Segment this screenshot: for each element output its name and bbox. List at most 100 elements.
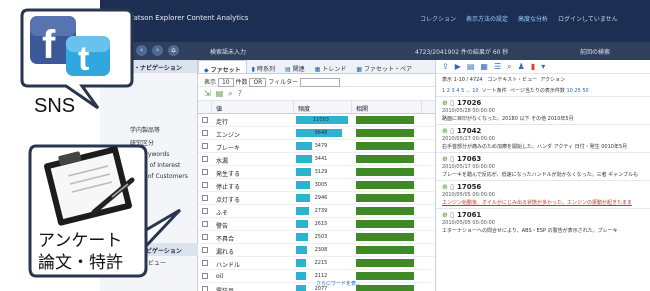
grid-icon[interactable]: ▦	[480, 62, 488, 71]
table-row[interactable]: ブレーキ 3479	[198, 140, 435, 153]
row-checkbox[interactable]	[198, 127, 212, 139]
search-path[interactable]: 検索語未入力	[210, 47, 246, 56]
document-item[interactable]: ⊕ ▯ 17026 2010/05/28 00:00:00 路面に目印がなくなった。2…	[436, 96, 650, 124]
row-checkbox[interactable]	[198, 140, 212, 152]
row-checkbox[interactable]	[198, 283, 212, 291]
document-item[interactable]: ⊕ ▯ 17042 2010/05/27 00:00:00 右手首部分が痛みのため加療…	[436, 124, 650, 152]
tab-correlation[interactable]: ▤ 関連	[280, 60, 310, 73]
bar-chart-icon[interactable]: ▮	[531, 62, 535, 71]
document-expand-icon[interactable]: ⊕ ▯	[442, 211, 454, 219]
frequency-value: 9648	[314, 130, 328, 136]
zoom-icon[interactable]: ⌕	[507, 62, 511, 71]
tab-timeseries[interactable]: ▮ 時系列	[247, 60, 280, 73]
display-count-select[interactable]: 10	[217, 78, 234, 87]
login-link[interactable]: ログインしていません	[558, 14, 618, 23]
row-value[interactable]: 警告	[212, 218, 294, 230]
document-expand-icon[interactable]: ⊕ ▯	[442, 99, 454, 107]
previous-search-link[interactable]: 前回の検索	[580, 47, 610, 56]
table-row[interactable]: 停止する 3005	[198, 179, 435, 192]
tab-facet[interactable]: ◆ ファセット	[198, 60, 247, 74]
row-checkbox[interactable]	[198, 192, 212, 204]
row-checkbox[interactable]	[198, 244, 212, 256]
table-row[interactable]: エンジン 9648	[198, 127, 435, 140]
row-checkbox[interactable]	[198, 231, 212, 243]
collection-link[interactable]: コレクション	[420, 14, 456, 23]
row-value[interactable]: ハンドル	[212, 257, 294, 269]
row-checkbox[interactable]	[198, 270, 212, 282]
facet-item[interactable]: 学内製品等	[100, 123, 197, 136]
row-value[interactable]: ふそ	[212, 205, 294, 217]
advanced-analysis-link[interactable]: 高度な分析	[518, 14, 548, 23]
document-expand-icon[interactable]: ⊕ ▯	[442, 155, 454, 163]
display-count-label: 表示	[204, 79, 217, 86]
forward-icon[interactable]: ›	[152, 45, 163, 56]
back-icon[interactable]: ‹	[136, 45, 147, 56]
row-checkbox[interactable]	[198, 153, 212, 165]
play-icon[interactable]: ▶	[455, 62, 461, 71]
list-icon[interactable]: ☰	[494, 62, 501, 71]
row-value[interactable]: ブレーキ	[212, 140, 294, 152]
row-checkbox[interactable]	[198, 205, 212, 217]
tab-trend[interactable]: ▦ トレンド	[310, 60, 352, 73]
row-value[interactable]: 水漏	[212, 153, 294, 165]
more-words-link[interactable]: さらにワードを表...	[316, 280, 361, 287]
display-settings-link[interactable]: 表示方法の設定	[466, 14, 508, 23]
document-id[interactable]: 17056	[457, 183, 481, 191]
row-checkbox[interactable]	[198, 166, 212, 178]
row-value[interactable]: 点灯する	[212, 192, 294, 204]
context-view-label[interactable]: コンテキスト・ビュー	[487, 77, 537, 83]
export-icon[interactable]: ⇲	[204, 89, 211, 98]
document-id[interactable]: 17063	[457, 155, 481, 163]
row-value[interactable]: エンジン	[212, 127, 294, 139]
table-row[interactable]: 発生する 3129	[198, 166, 435, 179]
page-size-options[interactable]: 10 25 50	[566, 88, 588, 94]
row-value[interactable]: 停止する	[212, 179, 294, 191]
chart-icon[interactable]: ▤	[216, 89, 224, 98]
document-id[interactable]: 17042	[457, 127, 481, 135]
filter-input[interactable]	[300, 78, 341, 87]
row-checkbox[interactable]	[198, 114, 212, 126]
twitter-icon: t	[66, 36, 110, 78]
table-row[interactable]: ふそ 2739	[198, 205, 435, 218]
document-id[interactable]: 17026	[457, 99, 481, 107]
more-icon[interactable]: ▾	[541, 62, 545, 71]
sort-label[interactable]: ソート条件	[482, 88, 507, 94]
row-value[interactable]: 発生する	[212, 166, 294, 178]
document-expand-icon[interactable]: ⊕ ▯	[442, 127, 454, 135]
table-row[interactable]: ハンドル 2215	[198, 257, 435, 270]
tab-facet-pair[interactable]: ▦ ファセット・ペア	[351, 60, 417, 73]
pager-links[interactable]: 1 2 3 4 5 ... 10	[442, 88, 479, 94]
row-value[interactable]: oil	[212, 270, 294, 282]
document-expand-icon[interactable]: ⊕ ▯	[442, 183, 454, 191]
table-row[interactable]: 水漏 3441	[198, 153, 435, 166]
person-icon[interactable]: ♟	[518, 62, 525, 71]
table-row[interactable]: 警告 2615	[198, 218, 435, 231]
table-row[interactable]: 点灯する 2946	[198, 192, 435, 205]
action-menu[interactable]: アクション	[540, 77, 565, 83]
column-header-value[interactable]: 値	[212, 101, 294, 113]
row-checkbox[interactable]	[198, 179, 212, 191]
row-checkbox[interactable]	[198, 257, 212, 269]
column-header-correlation[interactable]: 相関	[352, 101, 422, 113]
table-row[interactable]: 不具合 2503	[198, 231, 435, 244]
row-value[interactable]: 電装品	[212, 283, 294, 291]
document-id[interactable]: 17061	[457, 211, 481, 219]
count-mode-select[interactable]: OR	[249, 78, 267, 87]
table-row[interactable]: 走行 11003	[198, 114, 435, 127]
correlation-cell	[352, 244, 422, 256]
document-icon[interactable]: ▤	[467, 62, 475, 71]
document-item[interactable]: ⊕ ▯ 17063 2010/05/17 00:00:00 ブレーキを踏んで反応が、低…	[436, 152, 650, 180]
row-value[interactable]: 漏れる	[212, 244, 294, 256]
row-value[interactable]: 走行	[212, 114, 294, 126]
row-value[interactable]: 不具合	[212, 231, 294, 243]
row-checkbox[interactable]	[198, 218, 212, 230]
document-item[interactable]: ⊕ ▯ 17061 2010/05/05 00:00:00 エターナショーへの問合せに…	[436, 208, 650, 236]
sns-label: SNS	[34, 95, 75, 116]
home-icon[interactable]: ⌂	[168, 45, 179, 56]
help-icon[interactable]: ?	[238, 89, 242, 98]
column-header-frequency[interactable]: 頻度	[294, 101, 352, 113]
search-icon[interactable]: ⌕	[228, 89, 232, 98]
document-item[interactable]: ⊕ ▯ 17056 2010/05/05 00:00:00 エンジン始動後、オイルがに…	[436, 180, 650, 208]
table-row[interactable]: 漏れる 2308	[198, 244, 435, 257]
upload-icon[interactable]: ⇪	[442, 62, 449, 71]
